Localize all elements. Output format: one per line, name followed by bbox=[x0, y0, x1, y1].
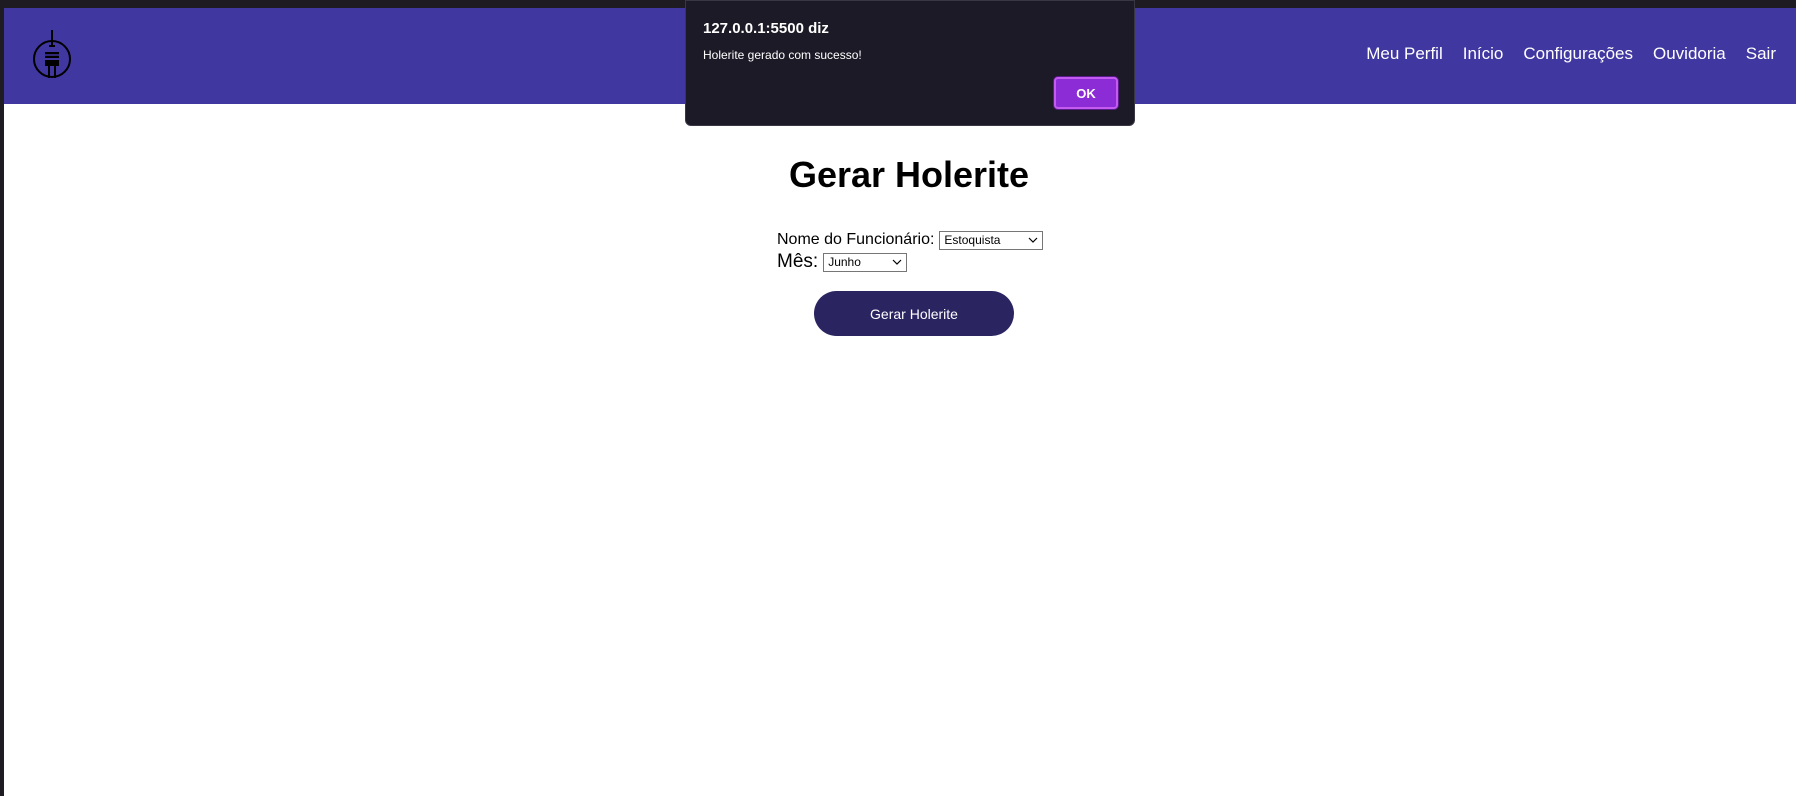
nav-link-ouvidoria[interactable]: Ouvidoria bbox=[1653, 44, 1726, 64]
ok-button[interactable]: OK bbox=[1054, 77, 1118, 109]
payslip-form: Nome do Funcionário: Estoquista Mês: Jun… bbox=[777, 229, 1044, 273]
month-select-value: Junho bbox=[828, 254, 861, 269]
nav-link-inicio[interactable]: Início bbox=[1463, 44, 1504, 64]
logo[interactable] bbox=[28, 28, 76, 86]
employee-label: Nome do Funcionário: bbox=[777, 231, 935, 248]
chevron-down-icon bbox=[1028, 237, 1038, 243]
page-title: Gerar Holerite bbox=[788, 154, 1030, 195]
employee-select-value: Estoquista bbox=[944, 232, 1001, 247]
generate-payslip-button[interactable]: Gerar Holerite bbox=[814, 291, 1014, 336]
month-label: Mês: bbox=[777, 251, 819, 272]
dialog-title: 127.0.0.1:5500 diz bbox=[703, 20, 829, 37]
dialog-message: Holerite gerado com sucesso! bbox=[703, 48, 862, 62]
main-content: Gerar Holerite Nome do Funcionário: Esto… bbox=[4, 104, 1796, 796]
employee-row: Nome do Funcionário: Estoquista bbox=[777, 229, 1044, 251]
month-row: Mês: Junho bbox=[777, 251, 1043, 273]
window-left-edge bbox=[0, 0, 4, 796]
month-select[interactable]: Junho bbox=[823, 252, 908, 272]
chevron-down-icon bbox=[892, 259, 902, 265]
browser-viewport: Meu Perfil Início Configurações Ouvidori… bbox=[0, 0, 1796, 796]
nav-link-sair[interactable]: Sair bbox=[1746, 44, 1776, 64]
employee-select[interactable]: Estoquista bbox=[939, 230, 1044, 250]
alert-dialog: 127.0.0.1:5500 diz Holerite gerado com s… bbox=[685, 0, 1135, 126]
nav-link-configuracoes[interactable]: Configurações bbox=[1523, 44, 1633, 64]
nav-link-meu-perfil[interactable]: Meu Perfil bbox=[1366, 44, 1443, 64]
nav-menu: Meu Perfil Início Configurações Ouvidori… bbox=[1366, 44, 1776, 64]
tower-icon bbox=[33, 30, 71, 78]
